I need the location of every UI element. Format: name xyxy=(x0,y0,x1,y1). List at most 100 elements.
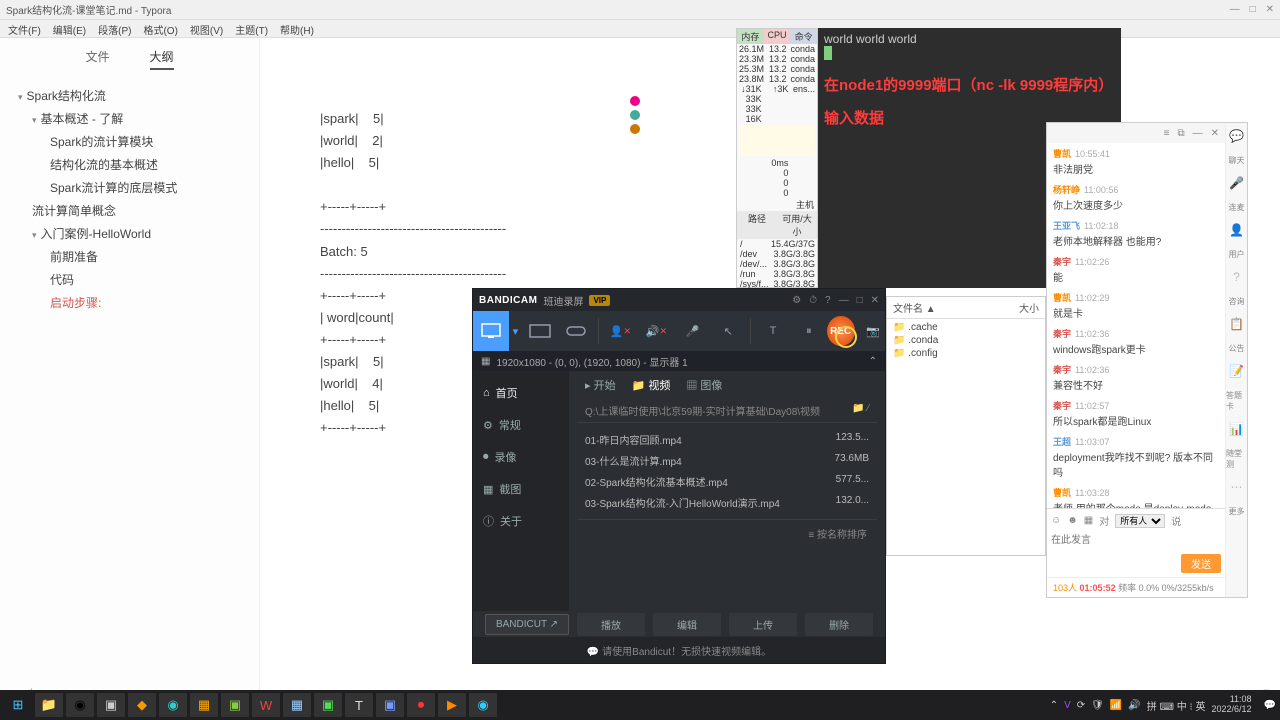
menu-help[interactable]: 帮助(H) xyxy=(278,20,316,37)
screen-dropdown-icon[interactable]: ▾ xyxy=(509,311,522,351)
windows-taskbar[interactable]: ⊞ 📁 ◉ ▣ ◆ ◉ ▦ ▣ W ▦ ▣ T ▣ ⏺ ▶ ◉ ⌃ V ⟳ 🛡 … xyxy=(0,690,1280,720)
chat-side-答题卡[interactable]: 📝 xyxy=(1229,364,1245,380)
volume-icon[interactable]: 🔊 xyxy=(1128,700,1140,711)
sidebar-tabs[interactable]: 文件 大纲 xyxy=(0,44,259,74)
nav-image[interactable]: ▦截图 xyxy=(473,473,569,505)
bandicam-actions[interactable]: BANDICUT ↗ 播放 编辑 上传 删除 xyxy=(473,611,885,637)
snapshot-icon[interactable]: 📷 xyxy=(861,325,885,338)
outline-item[interactable]: 基本概述 - 了解 xyxy=(28,107,253,130)
wps-icon[interactable]: W xyxy=(252,693,280,717)
minimize-icon[interactable]: — xyxy=(839,295,849,306)
tab-outline[interactable]: 大纲 xyxy=(150,48,174,70)
fb-item[interactable]: 📁 .config xyxy=(891,347,1041,360)
clock[interactable]: 11:08 2022/6/12 xyxy=(1212,695,1258,715)
fb-col-name[interactable]: 文件名 ▲ xyxy=(893,300,1019,315)
fb-items[interactable]: 📁 .cache📁 .conda📁 .config xyxy=(887,319,1045,362)
bandicut-button[interactable]: BANDICUT ↗ xyxy=(485,614,569,635)
chat-side-聊天[interactable]: 💬 xyxy=(1229,129,1245,145)
chrome-icon[interactable]: ◉ xyxy=(66,693,94,717)
record-icon[interactable]: ⏺ xyxy=(407,693,435,717)
sort-bar[interactable]: ≡ 按名称排序 xyxy=(577,519,877,547)
system-tray[interactable]: ⌃ V ⟳ 🛡 📶 🔊 拼 ⌨ 中 ⁝ 英 11:08 2022/6/12 💬 xyxy=(1050,695,1276,715)
app-icon-6[interactable]: ▶ xyxy=(438,693,466,717)
file-row[interactable]: 02-Spark结构化流基本概述.mp4577.5... xyxy=(577,471,877,492)
text-icon[interactable]: T xyxy=(755,311,791,351)
close-icon[interactable]: ✕ xyxy=(1266,4,1274,15)
pause-icon[interactable]: ⏸ xyxy=(791,311,827,351)
start-button[interactable]: ⊞ xyxy=(4,693,32,717)
game-mode-button[interactable] xyxy=(558,311,594,351)
minimize-icon[interactable]: — xyxy=(1230,4,1240,15)
outline-item[interactable]: 前期准备 xyxy=(46,245,253,268)
outline-item[interactable]: 启动步骤: xyxy=(46,291,253,314)
pycharm-icon[interactable]: ▣ xyxy=(314,693,342,717)
edit-button[interactable]: 编辑 xyxy=(653,613,721,636)
security-icon[interactable]: 🛡 xyxy=(1091,700,1104,711)
chat-titlebar[interactable]: ≡ ⧉ — ✕ xyxy=(1047,123,1225,143)
menu-format[interactable]: 格式(O) xyxy=(141,20,179,37)
tab-image[interactable]: ▦ 图像 xyxy=(686,377,722,393)
bandicam-window[interactable]: BANDICAM 班迪录屏 VIP ⚙ ⏱ ? — □ ✕ ▾ 👤✕ 🔊✕ 🎤 … xyxy=(472,288,886,664)
chat-side-咨询[interactable]: ? xyxy=(1229,270,1245,286)
edge-icon[interactable]: ◉ xyxy=(159,693,187,717)
maximize-icon[interactable]: □ xyxy=(857,295,863,306)
output-path[interactable]: Q:\上课临时使用\北京59期-实时计算基础\Day08\视频 📁 ∕ xyxy=(577,399,877,423)
outline-item[interactable]: Spark的流计算模块 xyxy=(46,130,253,153)
chat-side-连麦[interactable]: 🎤 xyxy=(1229,176,1245,192)
bandicam-sidebar[interactable]: ⌂首页 ⚙常规 ⏺录像 ▦截图 ⓘ关于 xyxy=(473,371,569,611)
outline-item[interactable]: 结构化流的基本概述 xyxy=(46,153,253,176)
recipient-select[interactable]: 所有人 xyxy=(1115,514,1165,528)
help-icon[interactable]: ? xyxy=(825,295,831,306)
app-icon-3[interactable]: ▣ xyxy=(221,693,249,717)
chat-side-随堂测[interactable]: 📊 xyxy=(1229,422,1245,438)
chat-side-tabs[interactable]: 💬聊天🎤连麦👤用户?咨询📋公告📝答题卡📊随堂测⋯更多 xyxy=(1225,123,1247,597)
menu-file[interactable]: 文件(F) xyxy=(6,20,43,37)
wifi-icon[interactable]: 📶 xyxy=(1110,700,1122,711)
chat-side-公告[interactable]: 📋 xyxy=(1229,317,1245,333)
file-row[interactable]: 01-昨日内容回顾.mp4123.5... xyxy=(577,429,877,450)
close-icon[interactable]: ✕ xyxy=(871,295,879,306)
typora-titlebar[interactable]: Spark结构化流-课堂笔记.md - Typora — □ ✕ xyxy=(0,0,1280,20)
record-button[interactable]: REC xyxy=(827,316,855,346)
cursor-icon[interactable]: ↖ xyxy=(710,311,746,351)
typora-icon[interactable]: T xyxy=(345,693,373,717)
window-controls[interactable]: — □ ✕ xyxy=(1230,4,1274,15)
tab-start[interactable]: ▸ 开始 xyxy=(585,377,616,393)
outline-item[interactable]: Spark结构化流 xyxy=(14,84,253,107)
chat-input-area[interactable]: ☺ ☻ ▦ 对 所有人 说 发送 xyxy=(1047,508,1225,577)
nav-general[interactable]: ⚙常规 xyxy=(473,409,569,441)
bandicam-window-controls[interactable]: ⚙ ⏱ ? — □ ✕ xyxy=(792,295,879,306)
delete-button[interactable]: 删除 xyxy=(805,613,873,636)
screen-mode-button[interactable] xyxy=(473,311,509,351)
nav-about[interactable]: ⓘ关于 xyxy=(473,505,569,537)
sticker-icon[interactable]: ☻ xyxy=(1067,515,1078,526)
vpn-icon[interactable]: V xyxy=(1064,700,1071,711)
app-icon[interactable]: ◆ xyxy=(128,693,156,717)
file-row[interactable]: 03-什么是流计算.mp473.6MB xyxy=(577,450,877,471)
nav-home[interactable]: ⌂首页 xyxy=(473,377,569,409)
chat-messages[interactable]: 曹凯10:55:41非法朋党杨轩峥11:00:56你上次速度多少王亚飞11:02… xyxy=(1047,143,1225,508)
file-browser-strip[interactable]: 文件名 ▲ 大小 📁 .cache📁 .conda📁 .config xyxy=(886,296,1046,556)
speaker-icon[interactable]: 🔊✕ xyxy=(638,311,674,351)
chat-side-用户[interactable]: 👤 xyxy=(1229,223,1245,239)
send-button[interactable]: 发送 xyxy=(1181,554,1221,573)
file-row[interactable]: 03-Spark结构化流-入门HelloWorld演示.mp4132.0... xyxy=(577,492,877,513)
tab-video[interactable]: 📁 视频 xyxy=(632,377,671,393)
menu-paragraph[interactable]: 段落(P) xyxy=(96,20,133,37)
notification-icon[interactable]: 💬 xyxy=(1264,700,1276,711)
chat-side-更多[interactable]: ⋯ xyxy=(1229,480,1245,496)
app-icon-5[interactable]: ▣ xyxy=(376,693,404,717)
fb-item[interactable]: 📁 .conda xyxy=(891,334,1041,347)
menu-theme[interactable]: 主题(T) xyxy=(233,20,270,37)
tray-caret-icon[interactable]: ⌃ xyxy=(1050,700,1058,711)
device-mode-button[interactable] xyxy=(522,311,558,351)
menu-view[interactable]: 视图(V) xyxy=(188,20,225,37)
chat-app-icon[interactable]: ◉ xyxy=(469,693,497,717)
outline-item[interactable]: 代码 xyxy=(46,268,253,291)
fb-item[interactable]: 📁 .cache xyxy=(891,321,1041,334)
explorer-icon[interactable]: 📁 xyxy=(35,693,63,717)
outline-item[interactable]: 流计算简单概念 xyxy=(28,199,253,222)
maximize-icon[interactable]: □ xyxy=(1250,4,1256,15)
sync-icon[interactable]: ⟳ xyxy=(1077,700,1085,711)
open-folder-icon[interactable]: 📁 ∕ xyxy=(852,403,869,418)
